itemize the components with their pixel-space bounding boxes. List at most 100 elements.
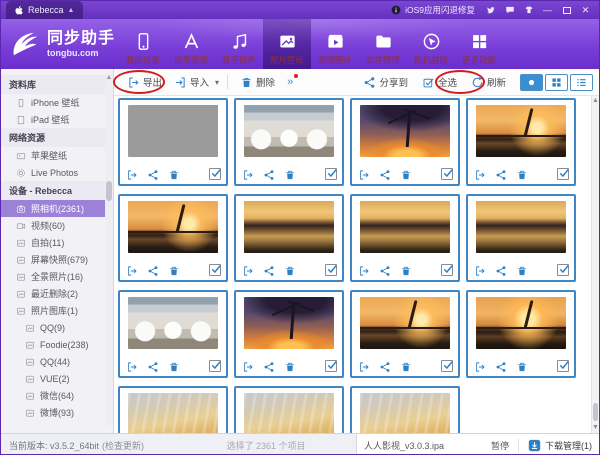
photo-thumbnail-sky[interactable] — [128, 393, 218, 433]
sidebar-scroll-thumb[interactable] — [106, 181, 112, 201]
photo-thumbnail-sky[interactable] — [360, 393, 450, 433]
cell-share-button[interactable] — [263, 169, 275, 181]
crash-fix-link[interactable]: iOS9应用闪退修复 — [391, 4, 475, 16]
view-large-button[interactable] — [520, 74, 543, 91]
select-all-button[interactable]: 全选 — [418, 73, 461, 91]
sidebar-scrollbar[interactable]: ▲ — [105, 73, 113, 425]
photo-checkbox[interactable] — [325, 264, 337, 276]
cell-share-button[interactable] — [147, 265, 159, 277]
cell-export-button[interactable] — [474, 169, 486, 181]
minimize-button[interactable]: — — [542, 5, 553, 16]
photo-checkbox[interactable] — [325, 168, 337, 180]
nav-item-my-devices[interactable]: 我的设备 — [119, 19, 167, 69]
photo-checkbox[interactable] — [441, 168, 453, 180]
pause-button[interactable]: 暂停 — [491, 439, 509, 452]
sidebar-item-album-qq-2[interactable]: QQ(44) — [1, 353, 113, 370]
photo-card[interactable] — [234, 290, 344, 378]
cell-delete-button[interactable] — [284, 169, 296, 181]
cell-delete-button[interactable] — [400, 361, 412, 373]
cell-share-button[interactable] — [263, 265, 275, 277]
cell-export-button[interactable] — [242, 361, 254, 373]
sidebar-item-iphone-wallpapers[interactable]: iPhone 壁纸 — [1, 94, 113, 111]
photo-checkbox[interactable] — [325, 360, 337, 372]
scroll-up-icon[interactable]: ▲ — [105, 73, 113, 82]
photo-thumbnail-placeholder[interactable] — [128, 105, 218, 157]
photo-thumbnail-sky[interactable] — [244, 393, 334, 433]
photo-thumbnail-lake[interactable] — [244, 201, 334, 253]
photo-checkbox[interactable] — [441, 360, 453, 372]
device-selector-tab[interactable]: Rebecca ▲ — [6, 1, 83, 19]
cell-share-button[interactable] — [379, 361, 391, 373]
cell-export-button[interactable] — [126, 361, 138, 373]
cell-share-button[interactable] — [379, 265, 391, 277]
sidebar-item-recently-deleted[interactable]: 最近删除(2) — [1, 285, 113, 302]
photo-card[interactable] — [118, 194, 228, 282]
cell-delete-button[interactable] — [284, 265, 296, 277]
close-button[interactable]: ✕ — [580, 5, 591, 16]
sidebar-item-apple-wallpapers[interactable]: 苹果壁纸 — [1, 147, 113, 164]
nav-item-photos-wallpapers[interactable]: 照片壁纸 — [263, 19, 311, 69]
cell-share-button[interactable] — [147, 361, 159, 373]
photo-card[interactable] — [350, 98, 460, 186]
photo-checkbox[interactable] — [441, 264, 453, 276]
photo-checkbox[interactable] — [557, 360, 569, 372]
photo-thumbnail-bridge[interactable] — [360, 297, 450, 349]
photo-card[interactable] — [234, 194, 344, 282]
photo-thumbnail-tree[interactable] — [244, 297, 334, 349]
photo-card[interactable] — [350, 290, 460, 378]
nav-item-more-features[interactable]: 更多功能 — [455, 19, 503, 69]
cell-delete-button[interactable] — [516, 169, 528, 181]
photo-checkbox[interactable] — [209, 168, 221, 180]
sidebar-item-live-photos[interactable]: Live Photos — [1, 164, 113, 181]
sidebar-item-selfies[interactable]: 自拍(11) — [1, 234, 113, 251]
photo-card[interactable] — [118, 290, 228, 378]
cell-export-button[interactable] — [474, 361, 486, 373]
skin-theme-icon[interactable] — [523, 5, 534, 16]
cell-export-button[interactable] — [474, 265, 486, 277]
cell-delete-button[interactable] — [516, 361, 528, 373]
cell-delete-button[interactable] — [516, 265, 528, 277]
sidebar-item-album-wechat[interactable]: 微信(64) — [1, 387, 113, 404]
view-grid-button[interactable] — [545, 74, 568, 91]
photo-card[interactable] — [234, 386, 344, 433]
export-button[interactable]: 导出 — [123, 73, 166, 91]
content-scroll-thumb[interactable] — [593, 403, 598, 421]
photo-thumbnail-bridge[interactable] — [476, 105, 566, 157]
refresh-button[interactable]: 刷新 — [467, 73, 510, 91]
photo-thumbnail-arch[interactable] — [244, 105, 334, 157]
photo-thumbnail-bridge[interactable] — [128, 201, 218, 253]
cell-export-button[interactable] — [242, 169, 254, 181]
cell-share-button[interactable] — [495, 265, 507, 277]
cell-export-button[interactable] — [358, 169, 370, 181]
sidebar-item-album-qq-1[interactable]: QQ(9) — [1, 319, 113, 336]
nav-item-videos-pictures[interactable]: 视频图片 — [311, 19, 359, 69]
cell-share-button[interactable] — [379, 169, 391, 181]
view-list-button[interactable] — [570, 74, 593, 91]
sidebar-item-album-foodie[interactable]: Foodie(238) — [1, 336, 113, 353]
photo-checkbox[interactable] — [209, 360, 221, 372]
photo-card[interactable] — [466, 194, 576, 282]
photo-checkbox[interactable] — [557, 264, 569, 276]
photo-checkbox[interactable] — [557, 168, 569, 180]
cell-export-button[interactable] — [358, 361, 370, 373]
photo-thumbnail-lake[interactable] — [476, 201, 566, 253]
sidebar-item-album-vue[interactable]: VUE(2) — [1, 370, 113, 387]
sidebar-item-photo-library[interactable]: 照片图库(1) — [1, 302, 113, 319]
photo-card[interactable] — [350, 386, 460, 433]
import-button[interactable]: 导入 — [170, 73, 213, 91]
sidebar-item-videos[interactable]: 视频(60) — [1, 217, 113, 234]
photo-card[interactable] — [350, 194, 460, 282]
delete-button[interactable]: 删除 — [236, 73, 279, 91]
photo-thumbnail-bridge2[interactable] — [476, 297, 566, 349]
cell-export-button[interactable] — [126, 169, 138, 181]
cell-delete-button[interactable] — [168, 169, 180, 181]
photo-checkbox[interactable] — [209, 264, 221, 276]
check-update-link[interactable]: (检查更新) — [102, 439, 144, 452]
scroll-up-icon[interactable]: ▲ — [592, 96, 599, 106]
sidebar-item-album-weibo[interactable]: 微博(93) — [1, 404, 113, 421]
cell-share-button[interactable] — [495, 169, 507, 181]
cell-export-button[interactable] — [242, 265, 254, 277]
cell-share-button[interactable] — [495, 361, 507, 373]
sidebar-item-screenshots[interactable]: 屏幕快照(679) — [1, 251, 113, 268]
nav-item-apps-games[interactable]: 应用游戏 — [167, 19, 215, 69]
